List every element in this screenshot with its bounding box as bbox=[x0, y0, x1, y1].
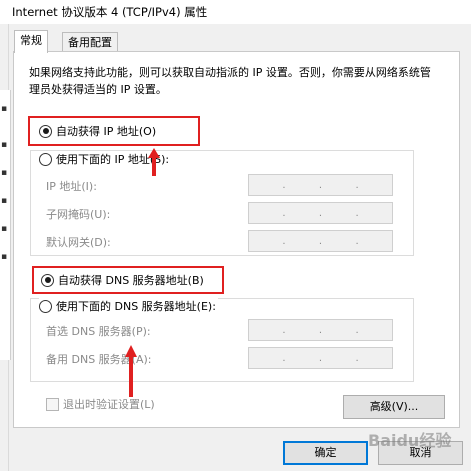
watermark-logo: Baidu经验 bbox=[368, 427, 451, 451]
background-glyph: ▪ bbox=[1, 140, 8, 150]
subnet-mask-field[interactable]: ... bbox=[248, 202, 393, 224]
auto-ip-radio-option[interactable]: 自动获得 IP 地址(O) bbox=[39, 123, 156, 139]
description-text: 如果网络支持此功能，则可以获取自动指派的 IP 设置。否则，你需要从网络系统管理… bbox=[29, 66, 431, 96]
annotation-arrow-up-icon bbox=[125, 345, 137, 397]
annotation-arrow-up-icon bbox=[148, 148, 160, 176]
advanced-button[interactable]: 高级(V)... bbox=[343, 395, 445, 419]
validate-on-exit-option[interactable]: 退出时验证设置(L) bbox=[46, 396, 155, 412]
preferred-dns-label: 首选 DNS 服务器(P): bbox=[46, 325, 151, 338]
background-glyph: ▪ bbox=[1, 252, 8, 262]
background-window-list: ▪ ▪ ▪ ▪ ▪ ▪ bbox=[0, 90, 11, 360]
ip-address-field[interactable]: ... bbox=[248, 174, 393, 196]
manual-dns-label: 使用下面的 DNS 服务器地址(E): bbox=[56, 300, 216, 313]
alternate-dns-field[interactable]: ... bbox=[248, 347, 393, 369]
default-gateway-field[interactable]: ... bbox=[248, 230, 393, 252]
auto-dns-radio-option[interactable]: 自动获得 DNS 服务器地址(B) bbox=[41, 272, 204, 288]
manual-dns-radio-option[interactable]: 使用下面的 DNS 服务器地址(E): bbox=[39, 298, 218, 314]
subnet-mask-label: 子网掩码(U): bbox=[46, 208, 111, 221]
preferred-dns-field[interactable]: ... bbox=[248, 319, 393, 341]
validate-on-exit-label: 退出时验证设置(L) bbox=[63, 398, 155, 411]
background-glyph: ▪ bbox=[1, 224, 8, 234]
manual-ip-radio[interactable] bbox=[39, 152, 52, 166]
tab-alternate-config[interactable]: 备用配置 bbox=[62, 32, 118, 53]
manual-dns-radio[interactable] bbox=[39, 299, 52, 313]
tab-general[interactable]: 常规 bbox=[14, 30, 48, 53]
window-title: Internet 协议版本 4 (TCP/IPv4) 属性 bbox=[12, 5, 208, 19]
ip-address-label: IP 地址(I): bbox=[46, 180, 97, 193]
default-gateway-label: 默认网关(D): bbox=[46, 236, 111, 249]
validate-on-exit-checkbox[interactable] bbox=[46, 397, 59, 411]
background-glyph: ▪ bbox=[1, 104, 8, 114]
background-glyph: ▪ bbox=[1, 196, 8, 206]
background-glyph: ▪ bbox=[1, 168, 8, 178]
watermark-text: Baidu经验 bbox=[368, 431, 452, 450]
ok-button[interactable]: 确定 bbox=[283, 441, 368, 465]
auto-dns-label: 自动获得 DNS 服务器地址(B) bbox=[58, 274, 204, 287]
auto-dns-radio[interactable] bbox=[41, 273, 54, 287]
auto-ip-radio[interactable] bbox=[39, 124, 52, 138]
auto-ip-label: 自动获得 IP 地址(O) bbox=[56, 125, 157, 138]
